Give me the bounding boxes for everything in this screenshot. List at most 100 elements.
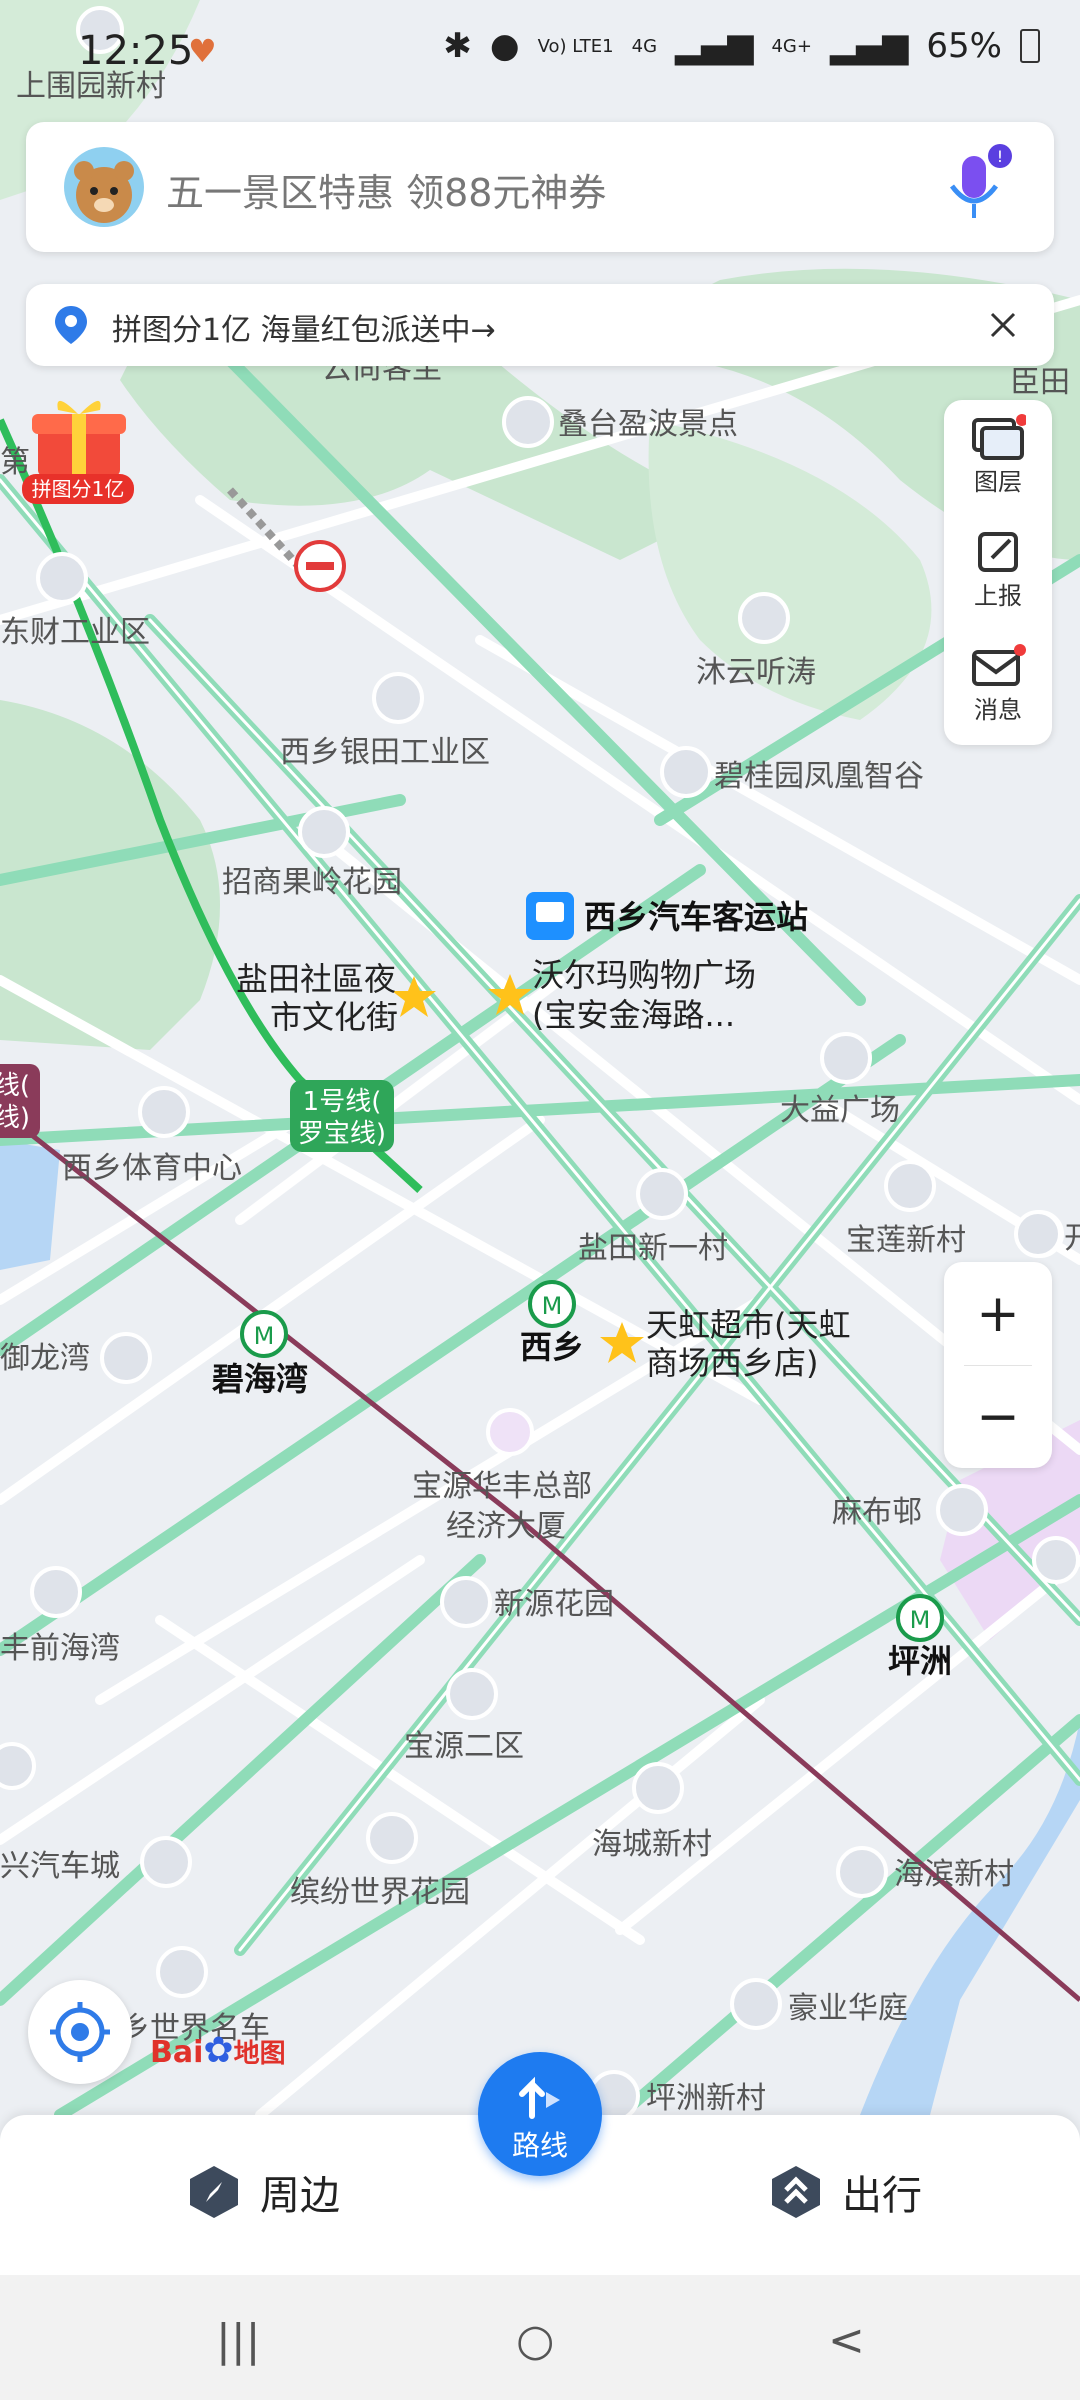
svg-text:M: M: [254, 1322, 275, 1350]
travel-label: 出行: [842, 2173, 922, 2219]
network-label: 4G: [631, 35, 658, 57]
baidu-map-logo: Bai✿地图: [150, 2030, 286, 2071]
svg-text:!: !: [997, 147, 1003, 166]
battery-icon: [1020, 29, 1040, 63]
svg-text:M: M: [542, 1292, 563, 1320]
tool-report[interactable]: 上报: [944, 528, 1052, 611]
place-label: 豪业华庭: [788, 1991, 908, 2026]
back-button[interactable]: <: [828, 2315, 865, 2366]
place-label: 新源花园: [494, 1587, 614, 1622]
battery-text: 65%: [926, 26, 1002, 66]
gift-badge-label: 拼图分1亿: [22, 474, 134, 504]
map-tools-panel: 图层 上报 消息: [944, 400, 1052, 745]
place-label: 碧桂园凤凰智谷: [714, 759, 924, 794]
promo-banner[interactable]: 拼图分1亿 海量红包派送中→: [26, 284, 1054, 366]
place-label: 盐田社區夜: [236, 960, 396, 998]
place-label: 沃尔玛购物广场: [532, 956, 756, 994]
tool-label: 上报: [974, 582, 1022, 610]
bus-station-icon[interactable]: [526, 892, 574, 940]
metro-line-label: 线( 线): [0, 1064, 40, 1138]
gift-box-icon: [32, 400, 126, 476]
report-edit-icon: [978, 532, 1018, 572]
place-label: 市文化街: [270, 998, 398, 1036]
place-label: 海城新村: [592, 1827, 712, 1862]
tool-messages[interactable]: 消息: [944, 642, 1052, 725]
route-arrow-icon: [519, 2076, 560, 2119]
place-label: 坪洲: [888, 1642, 952, 1680]
place-label: 招商果岭花园: [222, 865, 402, 900]
nearby-button[interactable]: 周边: [186, 2163, 340, 2221]
logo-text: Bai: [150, 2035, 204, 2070]
zoom-in-button[interactable]: +: [944, 1262, 1052, 1365]
no-entry-icon: [294, 540, 346, 592]
place-label: 天虹超市(天虹: [646, 1306, 851, 1344]
place-label: 缤纷世界花园: [290, 1875, 470, 1910]
voice-mic-icon[interactable]: !: [936, 142, 1016, 232]
place-label: 开: [1064, 1221, 1080, 1256]
place-label: 经济大厦: [446, 1509, 566, 1544]
home-button[interactable]: ○: [516, 2315, 554, 2366]
place-label: 海滨新村: [894, 1857, 1014, 1892]
locate-me-button[interactable]: [28, 1980, 132, 2084]
nearby-label: 周边: [260, 2173, 340, 2219]
mail-icon: [972, 644, 1026, 686]
place-label: 叠台盈波景点: [558, 407, 738, 442]
place-label: 兴汽车城: [0, 1849, 120, 1884]
tool-label: 图层: [974, 468, 1022, 496]
metro-station-icon[interactable]: M: [528, 1280, 576, 1328]
metro-station-icon[interactable]: M: [896, 1594, 944, 1642]
avatar[interactable]: [64, 147, 144, 227]
zoom-control: + −: [944, 1262, 1052, 1468]
place-label: (宝安金海路...: [532, 996, 735, 1034]
place-label: 大益广场: [780, 1093, 900, 1128]
svg-text:线(: 线(: [0, 1071, 30, 1101]
svg-text:线): 线): [0, 1103, 30, 1133]
place-label: 麻布邨: [832, 1495, 922, 1530]
route-button[interactable]: 路线: [478, 2052, 602, 2176]
paw-icon: ✿: [203, 2030, 234, 2071]
place-label: 东财工业区: [0, 615, 150, 650]
place-label: 沐云听涛: [696, 655, 816, 690]
place-label: 盐田新一村: [578, 1231, 728, 1266]
recent-apps-button[interactable]: |||: [216, 2315, 260, 2366]
place-label: 宝源二区: [404, 1729, 524, 1764]
place-label: 西乡银田工业区: [280, 735, 490, 770]
gift-badge[interactable]: 拼图分1亿: [18, 390, 138, 506]
system-navigation-bar: ||| ○ <: [0, 2275, 1080, 2400]
travel-button[interactable]: 出行: [768, 2163, 922, 2221]
signal-icon: ▂▄▆: [675, 26, 754, 66]
place-label: 宝莲新村: [846, 1223, 966, 1258]
zoom-out-button[interactable]: −: [944, 1365, 1052, 1468]
place-label: 丰前海湾: [0, 1631, 120, 1666]
place-label: 西乡: [520, 1328, 584, 1366]
place-label: 坪洲新村: [646, 2081, 766, 2115]
svg-text:1号线(: 1号线(: [303, 1087, 382, 1117]
search-bar[interactable]: 五一景区特惠 领88元神券 !: [26, 122, 1054, 252]
place-label: 西乡体育中心: [62, 1151, 242, 1186]
place-label: 臣田: [1010, 365, 1070, 400]
location-pin-icon: [55, 306, 87, 344]
metro-line-label: 1号线( 罗宝线): [290, 1080, 394, 1152]
place-label: 宝源华丰总部: [412, 1469, 592, 1504]
logo-text: 地图: [233, 2039, 286, 2069]
search-input[interactable]: 五一景区特惠 领88元神券: [166, 162, 606, 217]
close-icon[interactable]: [978, 300, 1028, 350]
status-bar: 12:25 ♥ ✱ ● Vo) LTE1 4G ▂▄▆ 4G+ ▂▄▆ 65%: [0, 0, 1080, 100]
tool-layers[interactable]: 图层: [944, 414, 1052, 497]
bluetooth-icon: ✱: [443, 26, 472, 66]
place-label: 西乡汽车客运站: [584, 898, 808, 936]
signal-icon: ▂▄▆: [829, 26, 909, 66]
health-icon: ♥: [188, 32, 217, 70]
compass-icon: [190, 2166, 238, 2218]
promo-text[interactable]: 拼图分1亿 海量红包派送中→: [112, 305, 496, 349]
layers-icon: [972, 414, 1026, 460]
tool-label: 消息: [974, 696, 1022, 724]
network-label: 4G+: [771, 35, 812, 57]
place-label: 御龙湾: [0, 1341, 90, 1376]
network-label: Vo) LTE1: [537, 35, 614, 57]
metro-station-icon[interactable]: M: [240, 1310, 288, 1358]
svg-text:罗宝线): 罗宝线): [298, 1119, 386, 1149]
crosshair-icon: [50, 2002, 110, 2062]
place-label: 碧海湾: [212, 1360, 308, 1398]
location-icon: ●: [489, 26, 520, 66]
